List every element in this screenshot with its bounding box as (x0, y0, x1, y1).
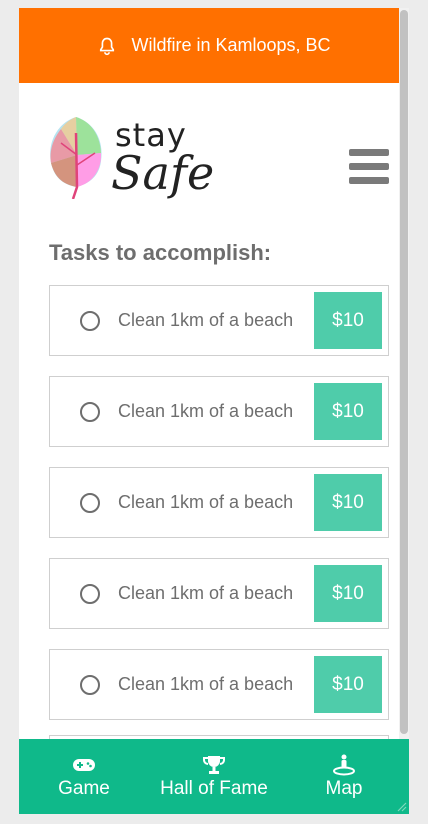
task-item[interactable]: Clean 1km of a beach $10 (49, 285, 389, 356)
reward-badge: $10 (314, 656, 382, 713)
gamepad-icon (73, 758, 95, 771)
reward-badge: $10 (314, 383, 382, 440)
header: stay Safe (19, 83, 399, 223)
hamburger-menu-icon[interactable] (349, 149, 389, 187)
reward-badge: $10 (314, 565, 382, 622)
alert-text: Wildfire in Kamloops, BC (131, 35, 331, 55)
radio-button-icon[interactable] (80, 493, 100, 513)
task-label: Clean 1km of a beach (118, 583, 294, 603)
radio-button-icon[interactable] (80, 675, 100, 695)
leaf-logo-icon (50, 117, 102, 199)
scrollbar[interactable] (399, 8, 409, 814)
radio-button-icon[interactable] (80, 402, 100, 422)
app-frame: Wildfire in Kamloops, BC stay Safe Tasks… (19, 8, 409, 814)
radio-button-icon[interactable] (80, 311, 100, 331)
radio-button-icon[interactable] (80, 584, 100, 604)
bell-icon (100, 37, 115, 55)
nav-item-hall-of-fame[interactable]: Hall of Fame (149, 739, 279, 814)
resize-grip-icon[interactable] (395, 800, 407, 812)
task-item[interactable]: Clean 1km of a beach $10 (49, 649, 389, 720)
reward-badge: $10 (314, 292, 382, 349)
reward-badge: $10 (314, 474, 382, 531)
task-item[interactable]: Clean 1km of a beach $10 (49, 467, 389, 538)
trophy-icon (203, 755, 225, 774)
map-person-icon (333, 754, 355, 775)
task-label: Clean 1km of a beach (118, 401, 294, 421)
task-label: Clean 1km of a beach (118, 674, 294, 694)
nav-item-map[interactable]: Map (279, 739, 409, 814)
nav-label-hall-of-fame: Hall of Fame (160, 777, 268, 799)
task-list: Clean 1km of a beach $10 Clean 1km of a … (49, 285, 389, 740)
scrollbar-thumb[interactable] (400, 10, 408, 734)
task-item[interactable]: Clean 1km of a beach $10 (49, 376, 389, 447)
task-item[interactable]: Clean 1km of a beach $10 (49, 558, 389, 629)
bottom-nav: Game Hall of Fame Map (19, 739, 409, 814)
logo-text-safe: Safe (111, 146, 215, 200)
section-title: Tasks to accomplish: (49, 240, 272, 265)
task-label: Clean 1km of a beach (118, 310, 294, 330)
nav-item-game[interactable]: Game (19, 739, 149, 814)
task-label: Clean 1km of a beach (118, 492, 294, 512)
alert-banner[interactable]: Wildfire in Kamloops, BC (19, 8, 409, 83)
nav-label-game: Game (58, 777, 110, 799)
nav-label-map: Map (325, 777, 363, 799)
